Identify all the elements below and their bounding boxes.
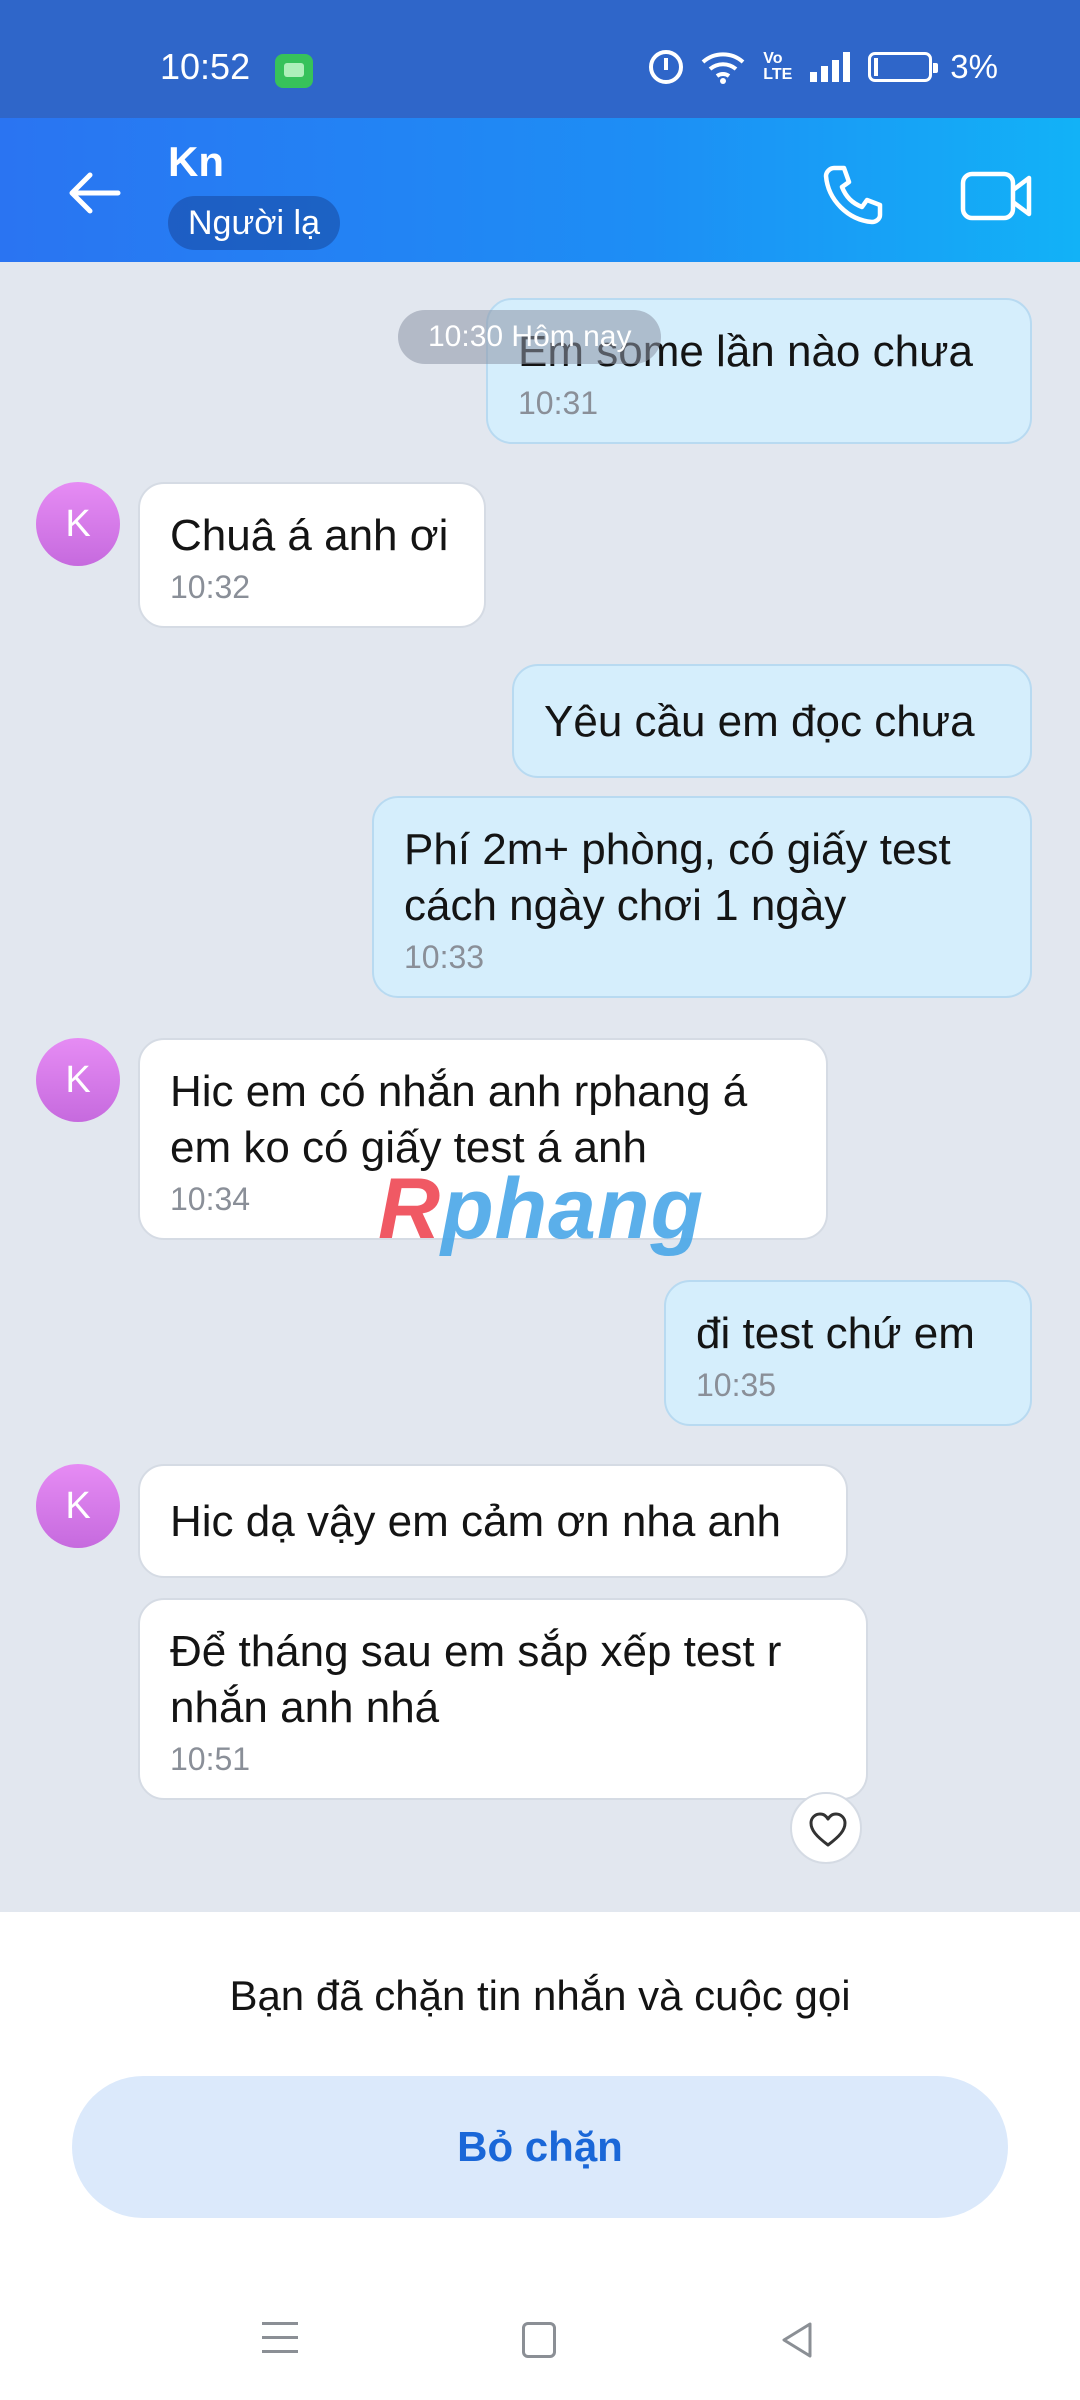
stranger-badge: Người lạ xyxy=(168,196,340,250)
status-time: 10:52 xyxy=(160,46,251,87)
chat-area[interactable]: Em some lần nào chưa 10:31 10:30 Hôm nay… xyxy=(0,262,1080,1912)
blocked-footer: Bạn đã chặn tin nhắn và cuộc gọi Bỏ chặn xyxy=(0,1912,1080,2400)
avatar[interactable]: K xyxy=(36,1464,120,1548)
volte-icon: Vo LTE xyxy=(763,50,793,83)
message-bubble-incoming[interactable]: Hic dạ vậy em cảm ơn nha anh xyxy=(138,1464,848,1578)
avatar[interactable]: K xyxy=(36,482,120,566)
home-icon[interactable] xyxy=(522,2322,556,2358)
message-text: Hic em có nhắn anh rphang á em ko có giấ… xyxy=(170,1067,748,1172)
message-text: Phí 2m+ phòng, có giấy test cách ngày ch… xyxy=(404,825,951,930)
message-bubble-incoming[interactable]: Để tháng sau em sắp xếp test r nhắn anh … xyxy=(138,1598,868,1800)
message-time: 10:32 xyxy=(170,569,251,605)
message-text: Hic dạ vậy em cảm ơn nha anh xyxy=(170,1497,781,1546)
blocked-notice: Bạn đã chặn tin nhắn và cuộc gọi xyxy=(229,1972,851,2019)
message-app-notification-icon xyxy=(275,54,313,88)
heart-icon xyxy=(809,1812,847,1847)
recent-apps-icon[interactable] xyxy=(262,2322,298,2358)
message-bubble-outgoing[interactable]: Phí 2m+ phòng, có giấy test cách ngày ch… xyxy=(372,796,1032,998)
contact-name[interactable]: Kn xyxy=(168,138,224,186)
message-text: Yêu cầu em đọc chưa xyxy=(544,697,975,746)
status-bar: 10:52 Vo LTE 3% xyxy=(0,0,1080,118)
message-time: 10:51 xyxy=(170,1741,251,1777)
message-bubble-incoming[interactable]: Chuâ á anh ơi 10:32 xyxy=(138,482,486,628)
battery-icon xyxy=(868,52,939,82)
message-time: 10:33 xyxy=(404,939,485,975)
avatar[interactable]: K xyxy=(36,1038,120,1122)
message-bubble-outgoing[interactable]: Yêu cầu em đọc chưa xyxy=(512,664,1032,778)
back-arrow-icon[interactable] xyxy=(60,158,130,228)
message-bubble-outgoing[interactable]: đi test chứ em 10:35 xyxy=(664,1280,1032,1426)
status-icons: Vo LTE 3% xyxy=(649,48,998,86)
battery-percent: 3% xyxy=(950,48,998,85)
date-separator: 10:30 Hôm nay xyxy=(398,310,662,364)
alarm-icon xyxy=(649,50,684,84)
system-nav-bar xyxy=(0,2292,1080,2400)
message-text: đi test chứ em xyxy=(696,1309,975,1358)
message-time: 10:35 xyxy=(696,1367,777,1403)
message-time: 10:31 xyxy=(518,385,599,421)
message-text: Để tháng sau em sắp xếp test r nhắn anh … xyxy=(170,1627,782,1732)
chat-header: Kn Người lạ xyxy=(0,118,1080,262)
watermark-logo: Rphang xyxy=(378,1161,705,1257)
unblock-button[interactable]: Bỏ chặn xyxy=(72,2076,1008,2218)
wifi-icon xyxy=(701,52,745,84)
message-text: Chuâ á anh ơi xyxy=(170,511,449,560)
react-heart-button[interactable] xyxy=(790,1792,862,1864)
signal-icon xyxy=(810,52,851,82)
video-call-icon[interactable] xyxy=(960,166,1032,226)
phone-call-icon[interactable] xyxy=(818,160,888,230)
nav-back-icon[interactable] xyxy=(778,2320,818,2360)
